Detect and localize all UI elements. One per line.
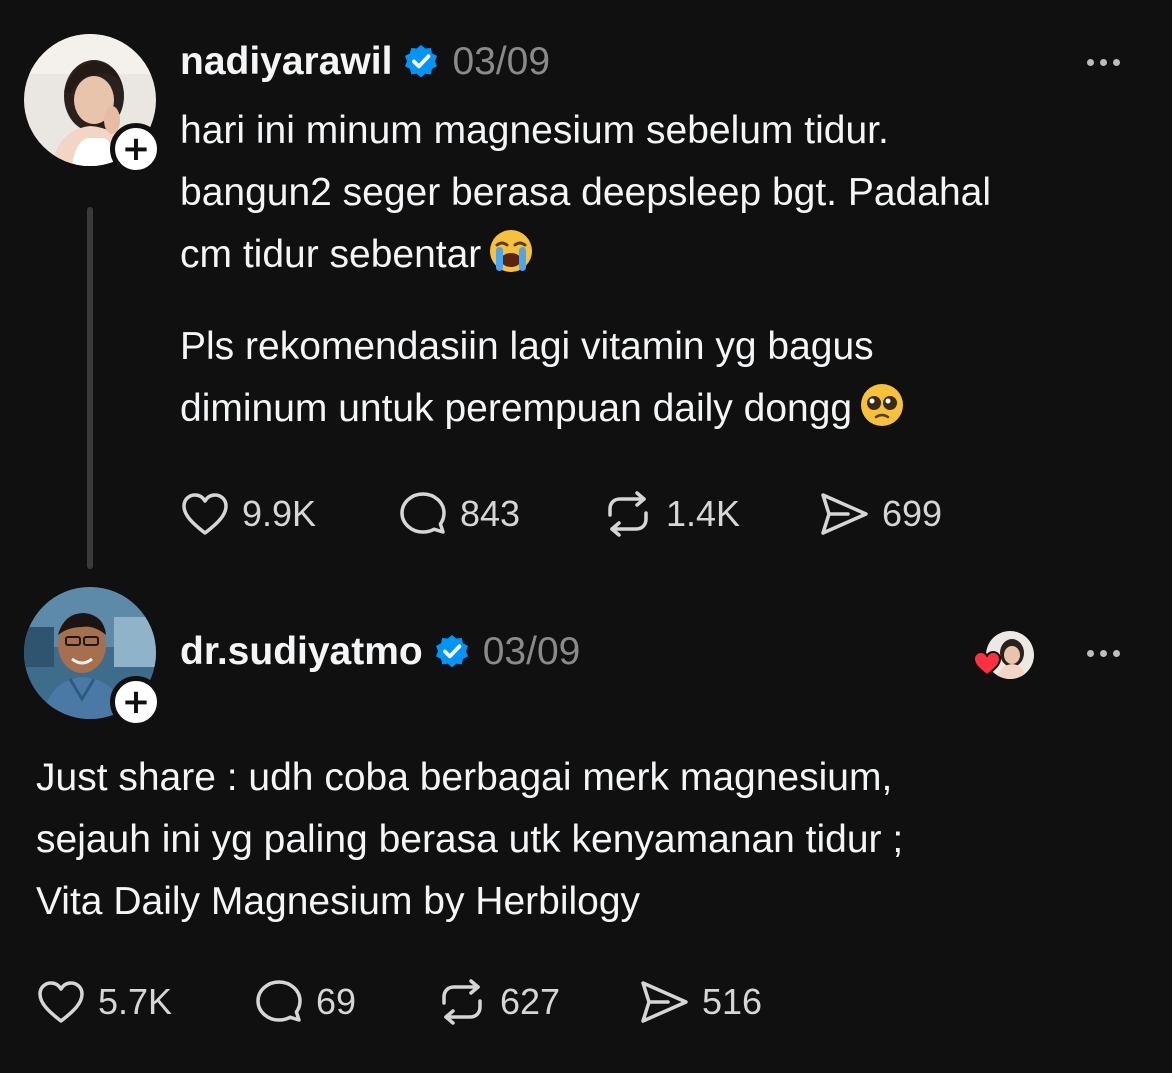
reply-button[interactable]: 843 xyxy=(398,490,602,538)
post-text: Pls rekomendasiin lagi vitamin yg bagus … xyxy=(180,325,874,430)
follow-plus-icon[interactable]: + xyxy=(110,123,162,175)
heart-icon xyxy=(972,650,1002,677)
pleading-face-icon xyxy=(858,381,906,429)
reply-count: 843 xyxy=(460,493,521,534)
send-icon xyxy=(821,493,868,535)
repost-icon xyxy=(442,979,482,1025)
loudly-crying-face-icon xyxy=(487,227,535,275)
post-text: hari ini minum magnesium sebelum tidur. … xyxy=(180,109,991,276)
username[interactable]: nadiyarawil xyxy=(180,40,392,84)
post-text-paragraph-1: hari ini minum magnesium sebelum tidur. … xyxy=(180,100,1140,286)
like-button[interactable]: 5.7K xyxy=(36,979,254,1025)
post-text-paragraph-1: Just share : udh coba berbagai merk magn… xyxy=(36,756,904,923)
repost-count: 1.4K xyxy=(666,493,741,534)
share-button[interactable]: 699 xyxy=(818,491,942,537)
repost-count: 627 xyxy=(500,981,561,1022)
post-date: 03/09 xyxy=(452,40,551,83)
speech-bubble-icon xyxy=(400,492,446,534)
like-count: 5.7K xyxy=(98,981,173,1022)
repost-button[interactable]: 627 xyxy=(436,979,638,1025)
reply-button[interactable]: 69 xyxy=(254,978,436,1026)
speech-bubble-icon xyxy=(256,980,302,1022)
verified-badge-icon xyxy=(433,633,471,671)
heart-icon xyxy=(182,493,228,535)
heart-icon xyxy=(38,981,84,1023)
more-dots-icon[interactable] xyxy=(1087,59,1120,66)
like-count: 9.9K xyxy=(242,493,317,534)
thread-connector-line xyxy=(87,207,93,569)
post-actions: 5.7K 69 627 516 xyxy=(36,974,762,1030)
post-header: dr.sudiyatmo 03/09 xyxy=(180,624,580,680)
send-icon xyxy=(641,981,688,1023)
post-header: nadiyarawil 03/09 xyxy=(180,34,550,90)
share-count: 516 xyxy=(702,981,763,1022)
liked-by-author-indicator[interactable] xyxy=(972,627,1036,683)
repost-icon xyxy=(608,491,648,537)
thread-post-dr-sudiyatmo: + dr.sudiyatmo 03/09 Just share : udh co… xyxy=(0,575,1172,1073)
post-date: 03/09 xyxy=(482,630,581,673)
username[interactable]: dr.sudiyatmo xyxy=(180,630,423,674)
thread-post-nadiyarawil: + nadiyarawil 03/09 hari ini minum magne… xyxy=(0,0,1172,575)
share-button[interactable]: 516 xyxy=(638,979,762,1025)
like-button[interactable]: 9.9K xyxy=(180,491,398,537)
follow-plus-icon[interactable]: + xyxy=(110,676,162,728)
repost-button[interactable]: 1.4K xyxy=(602,491,818,537)
verified-badge-icon xyxy=(402,43,440,81)
more-dots-icon[interactable] xyxy=(1087,650,1120,657)
post-text-paragraph-2: Pls rekomendasiin lagi vitamin yg bagus … xyxy=(180,316,1140,440)
post-actions: 9.9K 843 1.4K 699 xyxy=(180,486,942,542)
share-count: 699 xyxy=(882,493,943,534)
reply-count: 69 xyxy=(316,981,357,1022)
